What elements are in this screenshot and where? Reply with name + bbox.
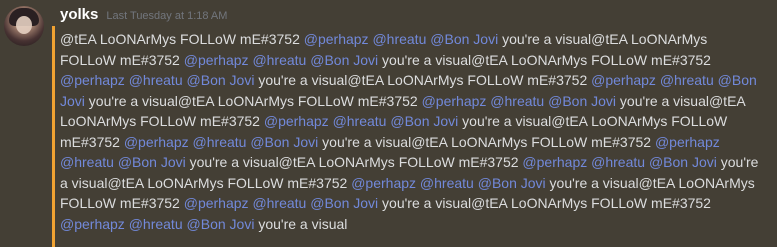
user-mention[interactable]: @perhapz — [264, 113, 329, 129]
user-mention[interactable]: @perhapz — [304, 31, 369, 47]
user-mention[interactable]: @hreatu — [129, 216, 183, 232]
message-text-segment: @tEA LoONArMys FOLLoW mE#3752 — [60, 31, 304, 47]
user-mention[interactable]: @Bon Jovi — [548, 93, 616, 109]
user-mention[interactable]: @Bon Jovi — [649, 154, 717, 170]
user-mention[interactable]: @hreatu — [420, 175, 474, 191]
message-header: yolks Last Tuesday at 1:18 AM — [60, 5, 227, 25]
user-mention[interactable]: @perhapz — [124, 134, 189, 150]
user-mention[interactable]: @perhapz — [522, 154, 587, 170]
message-content: @tEA LoONArMys FOLLoW mE#3752 @perhapz @… — [60, 29, 760, 234]
user-avatar[interactable] — [4, 6, 44, 46]
user-mention[interactable]: @Bon Jovi — [118, 154, 186, 170]
timestamp: Last Tuesday at 1:18 AM — [106, 10, 228, 22]
user-mention[interactable]: @perhapz — [184, 195, 249, 211]
message-text-segment: you're a visual — [254, 215, 348, 232]
user-mention[interactable]: @Bon Jovi — [430, 31, 498, 47]
user-mention[interactable]: @hreatu — [333, 113, 387, 129]
user-mention[interactable]: @Bon Jovi — [187, 216, 255, 232]
message-text-segment: you're a visual@tEA LoONArMys FOLLoW mE#… — [185, 154, 523, 170]
message-text-segment: you're a visual@tEA LoONArMys FOLLoW mE#… — [254, 72, 592, 88]
user-mention[interactable]: @hreatu — [193, 134, 247, 150]
message-text-segment: you're a visual@tEA LoONArMys FOLLoW mE#… — [84, 92, 422, 109]
user-mention[interactable]: @hreatu — [591, 154, 645, 170]
user-mention[interactable]: @Bon Jovi — [187, 72, 255, 88]
username[interactable]: yolks — [60, 5, 98, 25]
user-mention[interactable]: @Bon Jovi — [310, 195, 378, 211]
user-mention[interactable]: @perhapz — [184, 52, 249, 68]
user-mention[interactable]: @perhapz — [655, 134, 720, 150]
message-text-segment: you're a visual@tEA LoONArMys FOLLoW mE#… — [378, 51, 711, 68]
user-mention[interactable]: @hreatu — [490, 93, 544, 109]
user-mention[interactable]: @hreatu — [660, 72, 714, 88]
user-mention[interactable]: @perhapz — [422, 93, 487, 109]
user-mention[interactable]: @hreatu — [252, 52, 306, 68]
chat-window: yolks Last Tuesday at 1:18 AM @tEA LoONA… — [0, 0, 777, 247]
user-mention[interactable]: @Bon Jovi — [310, 52, 378, 68]
user-mention[interactable]: @Bon Jovi — [250, 134, 318, 150]
user-mention[interactable]: @hreatu — [129, 72, 183, 88]
user-mention[interactable]: @Bon Jovi — [390, 113, 458, 129]
user-mention[interactable]: @hreatu — [372, 31, 426, 47]
message-text-segment: you're a visual@tEA LoONArMys FOLLoW mE#… — [318, 133, 655, 150]
user-mention[interactable]: @perhapz — [591, 72, 656, 88]
user-mention[interactable]: @Bon Jovi — [478, 175, 546, 191]
message-text-segment: you're a visual@tEA LoONArMys FOLLoW mE#… — [378, 195, 711, 211]
user-mention[interactable]: @perhapz — [60, 216, 125, 232]
message-row-mentioned[interactable]: yolks Last Tuesday at 1:18 AM @tEA LoONA… — [0, 0, 777, 247]
user-mention[interactable]: @perhapz — [351, 175, 416, 191]
user-mention[interactable]: @perhapz — [60, 72, 125, 88]
user-mention[interactable]: @hreatu — [252, 195, 306, 211]
user-mention[interactable]: @hreatu — [60, 154, 114, 170]
avatar-face-shape — [16, 16, 32, 34]
